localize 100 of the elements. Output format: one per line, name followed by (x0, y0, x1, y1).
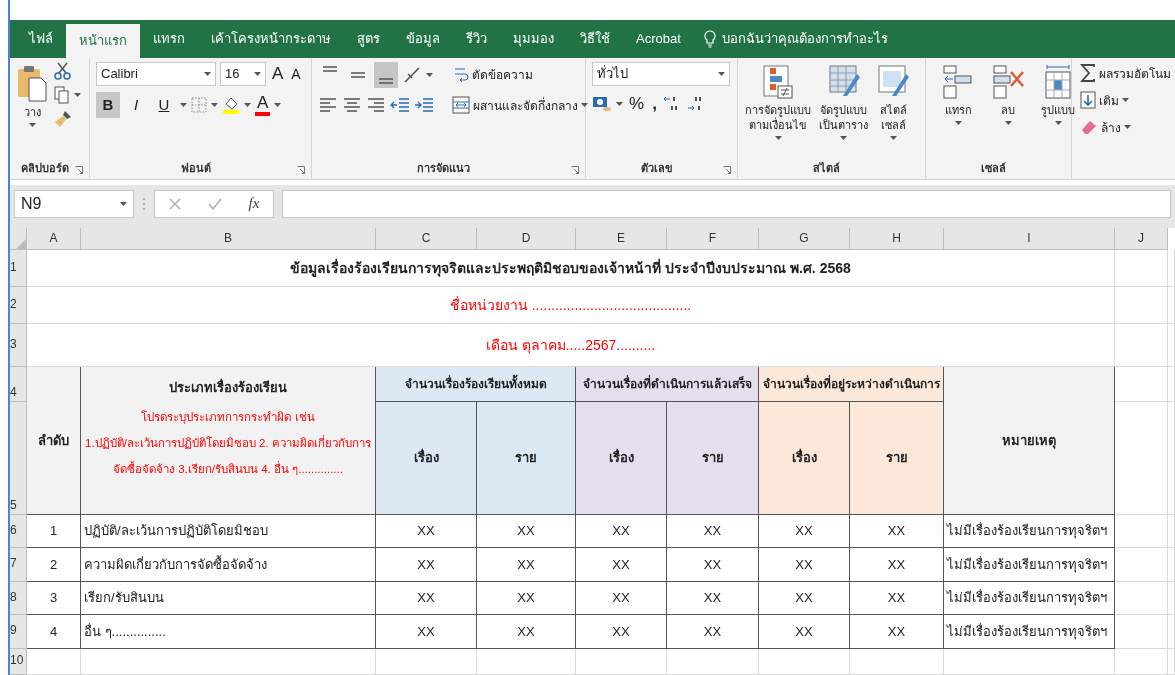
copy-icon[interactable] (54, 85, 70, 104)
empty-cell[interactable] (1168, 402, 1175, 515)
empty-cell[interactable] (759, 649, 850, 675)
ribbon-tab[interactable]: หน้าแรก (66, 23, 140, 58)
font-size-field[interactable]: 16 (220, 61, 266, 86)
name-box[interactable]: N9 (14, 189, 134, 218)
paste-button[interactable]: วาง (16, 61, 48, 158)
cells-button[interactable]: ลบ (990, 61, 1026, 158)
font-color-button[interactable]: A (255, 93, 271, 116)
dialog-launcher-icon[interactable] (75, 166, 83, 175)
font-style-button[interactable]: I (124, 91, 148, 118)
dialog-launcher-icon[interactable] (571, 166, 579, 175)
grow-font-button[interactable]: A (270, 61, 286, 86)
row-header[interactable]: 3 (10, 324, 27, 367)
ribbon-tab[interactable]: เค้าโครงหน้ากระดาษ (198, 19, 344, 58)
row-header[interactable]: 1 (10, 250, 27, 287)
empty-cell[interactable] (1115, 548, 1168, 582)
column-header[interactable]: C (376, 228, 477, 250)
cell-styles-button[interactable]: สไตล์ เซลล์ (875, 61, 911, 158)
empty-cell[interactable] (1168, 367, 1175, 402)
percent-button[interactable]: % (627, 91, 647, 116)
cells-button[interactable]: รูปแบบ (1040, 61, 1076, 158)
column-header[interactable]: J (1115, 228, 1168, 250)
column-header[interactable]: I (944, 228, 1115, 250)
empty-cell[interactable] (576, 649, 667, 675)
empty-cell[interactable] (1115, 324, 1168, 367)
empty-cell[interactable] (477, 649, 576, 675)
column-header[interactable]: A (27, 228, 81, 250)
column-header[interactable]: H (850, 228, 944, 250)
empty-cell[interactable] (1168, 615, 1175, 649)
comma-style-button[interactable]: , (650, 91, 659, 116)
row-header[interactable]: 10 (10, 649, 27, 675)
dialog-launcher-icon[interactable] (723, 166, 731, 175)
text-orientation-icon[interactable] (402, 65, 422, 84)
scissors-icon[interactable] (54, 61, 72, 80)
empty-cell[interactable] (1168, 250, 1175, 287)
fill-button[interactable]: เติม (1078, 88, 1173, 112)
row-header[interactable]: 6 (10, 515, 27, 548)
empty-cell[interactable] (1115, 582, 1168, 615)
row-header[interactable]: 5 (10, 402, 27, 515)
ribbon-tab[interactable]: Acrobat (623, 19, 694, 58)
empty-cell[interactable] (1115, 515, 1168, 548)
check-icon[interactable] (207, 197, 222, 210)
wrap-text-button[interactable]: ตัดข้อความ (451, 63, 535, 87)
empty-cell[interactable] (1115, 287, 1168, 324)
empty-cell[interactable] (1168, 287, 1175, 324)
empty-cell[interactable] (1115, 615, 1168, 649)
cancel-icon[interactable] (168, 197, 181, 210)
merge-center-button[interactable]: ผสานและจัดกึ่งกลาง (450, 93, 590, 117)
formula-field[interactable] (282, 189, 1171, 218)
fill-color-icon[interactable] (222, 95, 240, 114)
cells-button[interactable]: แทรก (940, 61, 976, 158)
conditional-format-button[interactable]: การจัดรูปแบบ ตามเงื่อนไข (744, 61, 812, 158)
row-header[interactable]: 8 (10, 582, 27, 615)
ribbon-tab[interactable]: แทรก (140, 19, 198, 58)
column-header[interactable]: F (667, 228, 759, 250)
font-name-field[interactable]: Calibri (96, 61, 216, 86)
empty-cell[interactable] (1168, 515, 1175, 548)
column-header[interactable]: G (759, 228, 850, 250)
empty-cell[interactable] (1168, 582, 1175, 615)
column-header[interactable]: E (576, 228, 667, 250)
empty-cell[interactable] (376, 649, 477, 675)
ribbon-tab[interactable]: ไฟล์ (16, 19, 66, 58)
empty-cell[interactable] (1115, 367, 1168, 402)
vertical-align-button[interactable] (374, 61, 398, 88)
column-header[interactable]: D (477, 228, 576, 250)
font-style-button[interactable]: B (96, 91, 120, 118)
empty-cell[interactable] (667, 649, 759, 675)
tell-me-text[interactable]: บอกฉันว่าคุณต้องการทำอะไร (721, 28, 888, 50)
row-header[interactable]: 2 (10, 287, 27, 324)
autosum-button[interactable]: ผลรวมอัตโนม (1078, 61, 1173, 85)
empty-cell[interactable] (1115, 402, 1168, 515)
paintbrush-icon[interactable] (54, 109, 72, 128)
clear-button[interactable]: ล้าง (1078, 115, 1173, 139)
empty-cell[interactable] (944, 649, 1115, 675)
column-header[interactable]: B (81, 228, 376, 250)
empty-cell[interactable] (1115, 649, 1168, 675)
currency-icon[interactable] (592, 94, 612, 113)
font-style-button[interactable]: U (152, 91, 176, 118)
empty-cell[interactable] (850, 649, 944, 675)
ribbon-tab[interactable]: รีวิว (453, 19, 500, 58)
ribbon-tab[interactable]: มุมมอง (500, 19, 567, 58)
number-format-field[interactable]: ทั่วไป (592, 61, 730, 86)
empty-cell[interactable] (81, 649, 376, 675)
borders-icon[interactable] (191, 96, 207, 113)
format-table-button[interactable]: จัดรูปแบบ เป็นตาราง (818, 61, 869, 158)
empty-cell[interactable] (1115, 250, 1168, 287)
ribbon-tab[interactable]: วิธีใช้ (567, 19, 623, 58)
row-header[interactable]: 9 (10, 615, 27, 649)
ribbon-tab[interactable]: ข้อมูล (393, 19, 453, 58)
empty-cell[interactable] (1168, 548, 1175, 582)
shrink-font-button[interactable]: A (289, 63, 303, 84)
row-header[interactable]: 7 (10, 548, 27, 582)
ribbon-tab[interactable]: สูตร (344, 19, 393, 58)
insert-function-button[interactable]: fx (248, 195, 260, 213)
empty-cell[interactable] (1168, 649, 1175, 675)
empty-cell[interactable] (1168, 324, 1175, 367)
table-cell: XX (376, 548, 477, 582)
dialog-launcher-icon[interactable] (297, 166, 305, 175)
row-header[interactable]: 4 (10, 367, 27, 402)
